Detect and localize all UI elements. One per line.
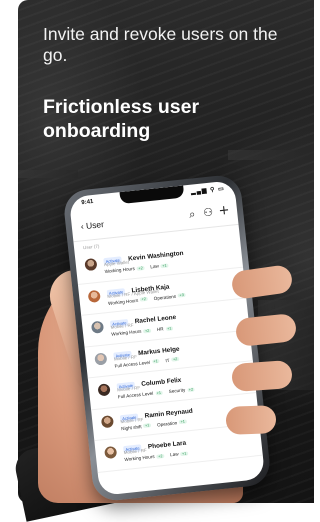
user-name: Rachel Leone <box>134 314 177 326</box>
avatar <box>87 289 101 303</box>
user-name: Markus Helge <box>137 345 180 357</box>
user-name: Columb Felix <box>141 377 182 389</box>
finger <box>225 405 277 435</box>
filter-icon[interactable]: ⚇ <box>200 205 215 220</box>
tag-count: +2 <box>143 328 151 334</box>
tag-label: Night shift <box>120 423 142 431</box>
avatar <box>84 257 98 272</box>
phone-screen: 9:41 ▂▄▆ ⚲ ▭ ‹ User ⌕ ⚇ + User (7) Activ… <box>68 180 266 496</box>
user-list: Activate Kevin Washington Apple Wallet W… <box>74 235 263 473</box>
status-icons: ▂▄▆ ⚲ ▭ <box>190 186 226 196</box>
tag-label: Security <box>168 387 186 395</box>
tag-label: IT <box>165 357 170 363</box>
tag-count: +1 <box>151 359 160 364</box>
section-label: User (7) <box>82 243 100 251</box>
tag-count: +1 <box>160 263 169 269</box>
status-time: 9:41 <box>81 198 94 207</box>
back-button[interactable]: ‹ User <box>80 219 104 231</box>
promo-headline: Invite and revoke users on the go. <box>43 24 278 65</box>
background-detail <box>18 170 78 178</box>
tag-label: HR <box>156 326 164 332</box>
tag-count: +3 <box>177 293 186 298</box>
avatar <box>100 414 114 428</box>
group-tag: Law +1 <box>169 450 189 458</box>
user-name: Kevin Washington <box>127 250 184 263</box>
avatar <box>94 351 108 366</box>
search-icon[interactable]: ⌕ <box>185 207 200 222</box>
avatar <box>97 383 111 397</box>
tag-count: +1 <box>178 419 187 425</box>
group-tag: Law +1 <box>150 263 169 270</box>
finger <box>231 359 293 393</box>
tag-count: +1 <box>155 390 163 396</box>
group-tag: IT +2 <box>165 356 180 363</box>
add-user-icon[interactable]: + <box>216 203 231 219</box>
tag-count: +2 <box>171 357 180 362</box>
tag-count: +2 <box>139 297 148 302</box>
tag-label: Operations <box>153 293 177 301</box>
group-tag: HR +1 <box>156 325 174 332</box>
avatar <box>104 445 118 460</box>
tag-count: +2 <box>136 265 145 271</box>
tag-count: +1 <box>143 423 152 429</box>
tag-count: +1 <box>165 326 174 331</box>
background-detail <box>228 150 314 160</box>
tag-label: Operation <box>156 419 178 428</box>
tag-label: Law <box>169 451 179 458</box>
tag-count: +2 <box>187 387 195 392</box>
user-name: Ramin Reynaud <box>144 407 194 420</box>
avatar <box>90 320 105 334</box>
user-name: Phoebe Lara <box>147 439 187 451</box>
tag-count: +2 <box>156 453 165 459</box>
tag-label: Law <box>150 263 160 270</box>
tag-count: +1 <box>180 451 189 456</box>
promo-title: Frictionless user onboarding <box>43 96 200 142</box>
